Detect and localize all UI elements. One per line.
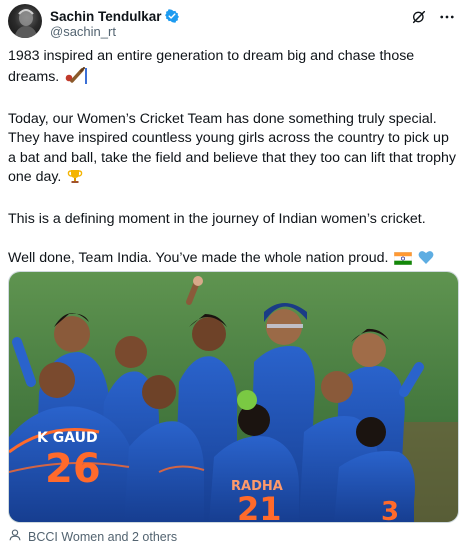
grok-icon[interactable]	[408, 6, 430, 28]
india-flag-icon	[394, 251, 413, 272]
trophy-icon	[67, 168, 83, 191]
person-icon	[8, 528, 22, 547]
tweet-card: Sachin Tendulkar @sachin_rt 1983 inspire…	[0, 0, 468, 554]
tweet-paragraph: 1983 inspired an entire generation to dr…	[8, 47, 458, 90]
jersey-name-left: K GAUD	[37, 430, 98, 446]
name-row: Sachin Tendulkar	[50, 7, 179, 25]
jersey-number-right: 3	[381, 497, 399, 523]
tagged-users[interactable]: BCCI Women and 2 others	[8, 528, 177, 546]
author-name[interactable]: Sachin Tendulkar	[50, 9, 162, 24]
jersey-number-center: 21	[237, 490, 282, 523]
tweet-paragraph: Today, our Women’s Cricket Team has done…	[8, 110, 458, 191]
blue-heart-icon	[418, 250, 434, 272]
author-handle[interactable]: @sachin_rt	[50, 24, 116, 39]
tweet-paragraph: This is a defining moment in the journey…	[8, 211, 426, 227]
verified-badge-icon	[164, 9, 179, 23]
header-actions	[402, 6, 458, 28]
tweet-photo[interactable]: K GAUD 26 RADHA 21 3	[8, 271, 459, 523]
jersey-number-left: 26	[45, 446, 101, 492]
tagged-users-text: BCCI Women and 2 others	[28, 530, 178, 544]
tweet-text: 1983 inspired an entire generation to dr…	[8, 47, 458, 272]
tweet-header: Sachin Tendulkar @sachin_rt	[8, 4, 460, 42]
cricket-bat-icon	[65, 66, 88, 91]
tweet-paragraph: Well done, Team India. You’ve made the w…	[8, 249, 458, 272]
avatar[interactable]	[8, 4, 42, 38]
more-options-icon[interactable]	[436, 6, 458, 28]
